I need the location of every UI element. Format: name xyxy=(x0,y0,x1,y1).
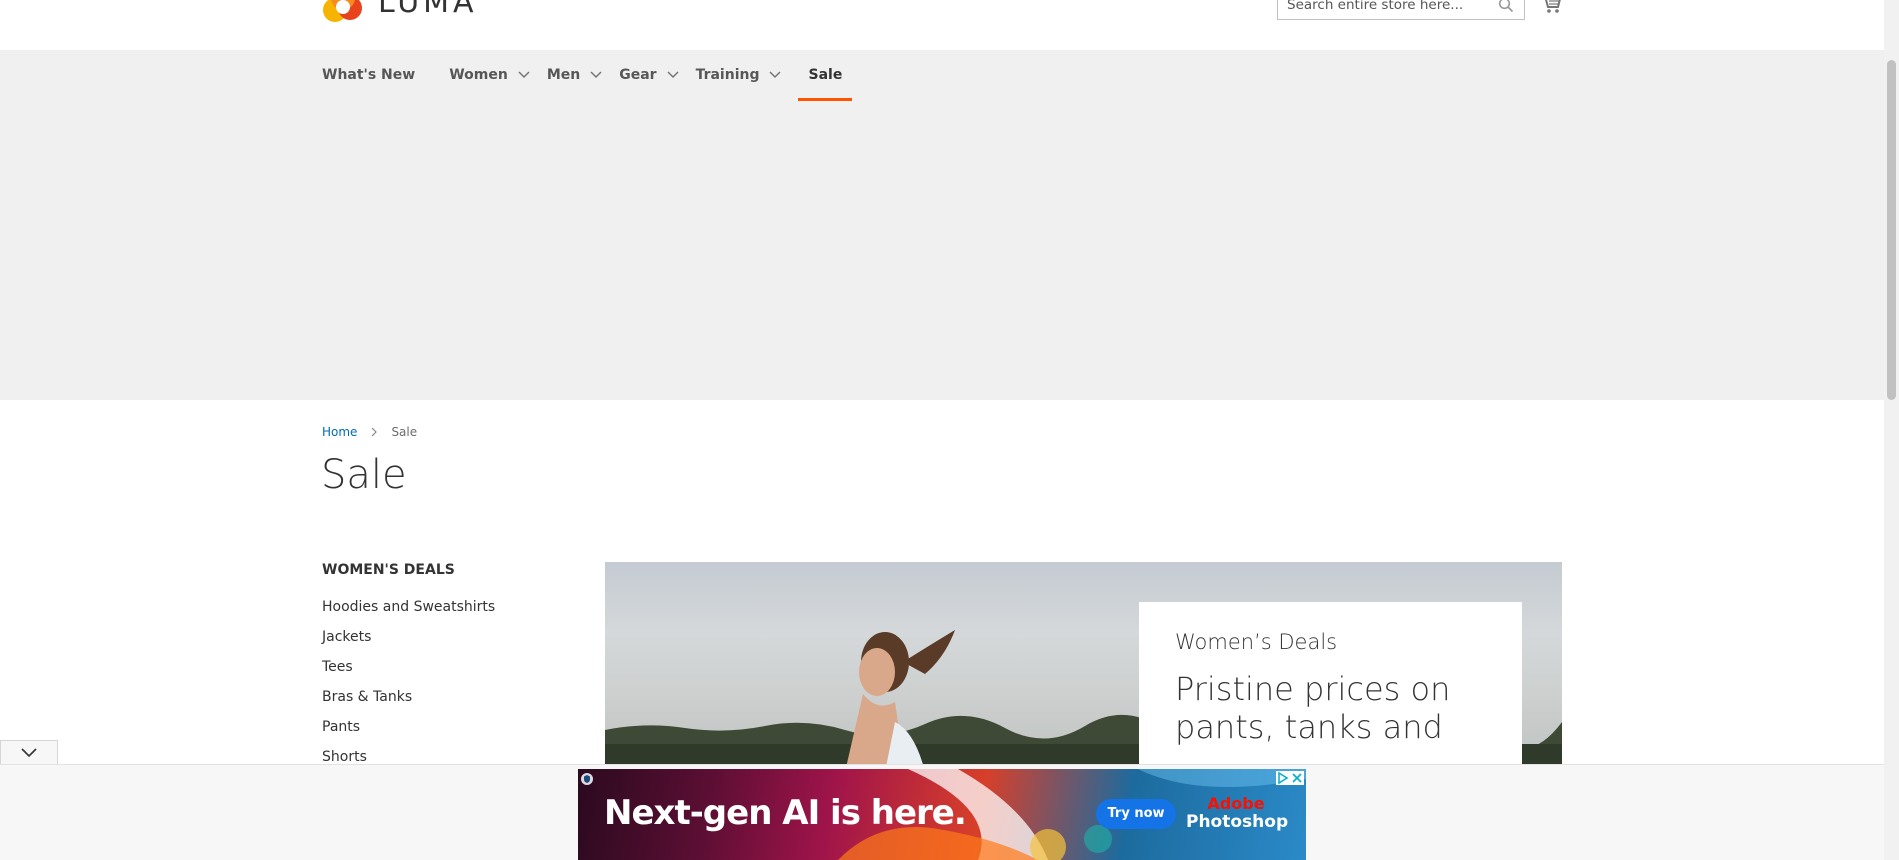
sidebar-item-tees[interactable]: Tees xyxy=(322,652,562,682)
nav-item-label: What's New xyxy=(322,67,416,83)
banner-kicker: Women’s Deals xyxy=(1175,630,1338,654)
nav-item-label: Sale xyxy=(808,67,843,83)
ad-try-now-button[interactable]: Try now xyxy=(1096,799,1176,829)
nav-item-training[interactable]: Training xyxy=(696,50,782,100)
adchoices-icon[interactable] xyxy=(1276,771,1290,785)
womens-deals-banner[interactable]: Women’s Deals Pristine prices on pants, … xyxy=(605,562,1562,764)
page-title: Sale xyxy=(321,452,407,498)
page-scrollbar[interactable] xyxy=(1884,0,1899,860)
nav-item-gear[interactable]: Gear xyxy=(619,50,679,100)
ad-choices[interactable] xyxy=(1276,771,1304,785)
ad-collapse-toggle[interactable] xyxy=(0,740,58,764)
ad-brand-line1: Adobe xyxy=(1207,794,1265,813)
advertisement[interactable]: Next-gen AI is here. Try now Adobe Photo… xyxy=(578,769,1306,860)
sidebar-item-jackets[interactable]: Jackets xyxy=(322,622,562,652)
luma-logo-icon xyxy=(323,0,362,22)
nav-item-label: Men xyxy=(546,67,581,83)
search-input[interactable] xyxy=(1278,0,1497,19)
chevron-right-icon xyxy=(372,427,378,437)
nav-menu: What's New Women Men Gear Training Sale xyxy=(322,50,853,101)
ad-headline: Next-gen AI is here. xyxy=(604,793,967,833)
sidebar-item-pants[interactable]: Pants xyxy=(322,712,562,742)
chevron-down-icon[interactable] xyxy=(590,71,602,79)
banner-runner-image xyxy=(846,630,955,764)
close-icon[interactable] xyxy=(1290,771,1304,785)
nav-item-label: Women xyxy=(449,67,508,83)
breadcrumb-current: Sale xyxy=(391,425,418,439)
site-header: LUMA xyxy=(0,0,1884,50)
banner-headline: Pristine prices on pants, tanks and xyxy=(1175,670,1451,746)
search-field[interactable] xyxy=(1277,0,1525,20)
nav-item-sale[interactable]: Sale xyxy=(798,50,853,101)
chevron-down-icon[interactable] xyxy=(667,71,679,79)
chevron-down-icon[interactable] xyxy=(21,748,37,758)
ad-brand: Adobe Photoshop xyxy=(1186,794,1289,832)
nav-item-label: Training xyxy=(695,67,760,83)
logo-text: LUMA xyxy=(378,0,478,20)
cart-icon[interactable] xyxy=(1540,0,1562,14)
banner-card: Women’s Deals Pristine prices on pants, … xyxy=(1139,602,1522,764)
sidebar-item-hoodies[interactable]: Hoodies and Sweatshirts xyxy=(322,592,562,622)
sidebar-heading: WOMEN'S DEALS xyxy=(322,562,455,578)
nav-item-men[interactable]: Men xyxy=(547,50,602,100)
chevron-down-icon[interactable] xyxy=(769,71,782,79)
sidebar-item-bras-tanks[interactable]: Bras & Tanks xyxy=(322,682,562,712)
store-logo[interactable]: LUMA xyxy=(322,0,478,24)
main-navigation: What's New Women Men Gear Training Sale xyxy=(0,50,1884,400)
sidebar: WOMEN'S DEALS Hoodies and Sweatshirts Ja… xyxy=(322,562,562,772)
ad-privacy-icon[interactable] xyxy=(580,771,594,785)
nav-item-whats-new[interactable]: What's New xyxy=(322,50,415,100)
nav-item-women[interactable]: Women xyxy=(449,50,530,100)
breadcrumb: Home Sale xyxy=(322,425,417,439)
nav-item-label: Gear xyxy=(619,67,657,83)
chevron-down-icon[interactable] xyxy=(518,71,530,79)
breadcrumb-home-link[interactable]: Home xyxy=(322,425,357,439)
ad-brand-line2: Photoshop xyxy=(1186,812,1289,832)
search-icon[interactable] xyxy=(1498,0,1514,13)
scrollbar-thumb[interactable] xyxy=(1887,60,1896,400)
